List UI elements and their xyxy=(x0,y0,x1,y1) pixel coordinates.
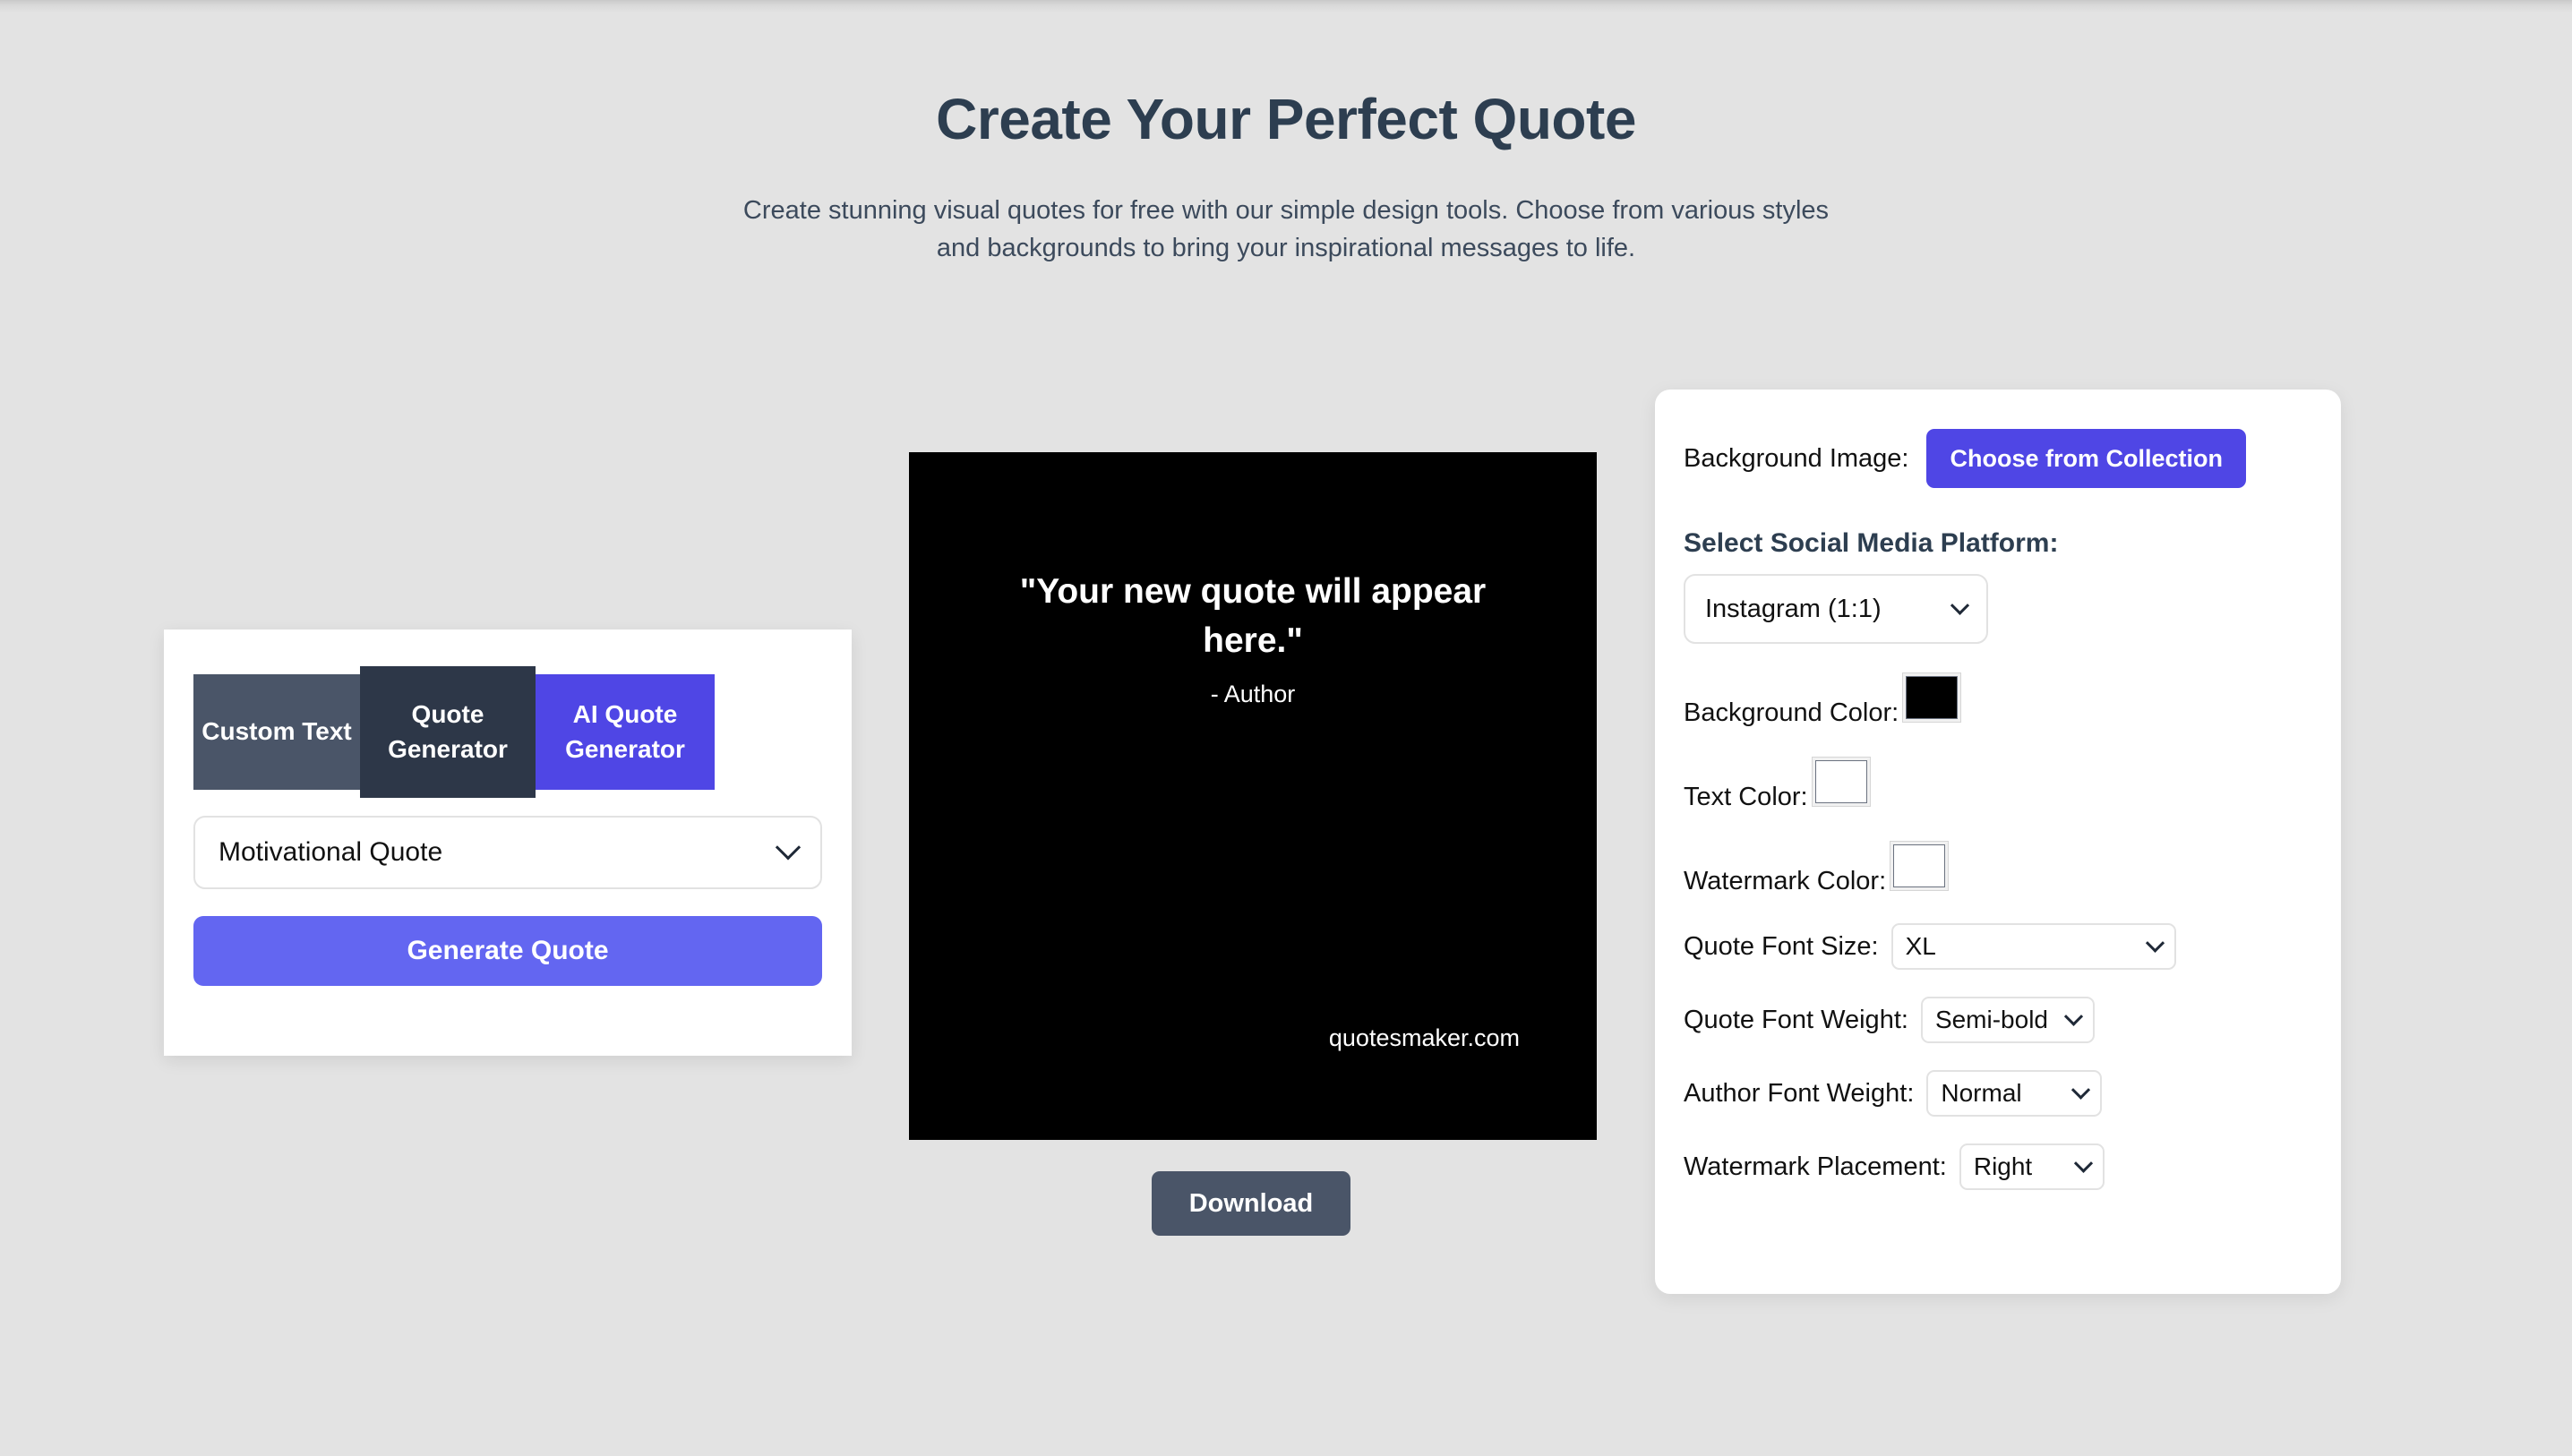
setting-quote-font-size: Quote Font Size: XL xyxy=(1684,923,2312,970)
page-subtitle: Create stunning visual quotes for free w… xyxy=(742,195,1830,262)
chevron-down-icon xyxy=(2145,933,2165,953)
text-color-swatch xyxy=(1814,760,1867,803)
quote-font-size-value: XL xyxy=(1905,932,1936,960)
chevron-down-icon xyxy=(775,835,802,861)
preview-author-text: - Author xyxy=(1210,681,1296,707)
quote-font-weight-label: Quote Font Weight: xyxy=(1684,1005,1908,1034)
platform-label: Select Social Media Platform: xyxy=(1684,528,2059,558)
quote-font-size-label: Quote Font Size: xyxy=(1684,931,1879,961)
text-color-picker[interactable] xyxy=(1811,757,1871,807)
background-color-swatch xyxy=(1906,676,1959,719)
background-image-label: Background Image: xyxy=(1684,443,1909,473)
quote-genre-value: Motivational Quote xyxy=(219,837,443,867)
watermark-placement-label: Watermark Placement: xyxy=(1684,1152,1947,1181)
tab-quote-generator[interactable]: Quote Generator xyxy=(360,666,536,798)
author-font-weight-value: Normal xyxy=(1941,1079,2022,1107)
setting-quote-font-weight: Quote Font Weight: Semi-bold xyxy=(1684,997,2312,1043)
setting-background-color: Background Color: xyxy=(1684,672,2312,728)
background-color-label: Background Color: xyxy=(1684,698,1899,727)
tab-custom-text[interactable]: Custom Text xyxy=(193,674,360,790)
watermark-placement-select[interactable]: Right xyxy=(1959,1143,2105,1190)
quote-font-weight-select[interactable]: Semi-bold xyxy=(1920,997,2095,1043)
quote-genre-select[interactable]: Motivational Quote xyxy=(193,816,822,889)
quote-font-size-select[interactable]: XL xyxy=(1890,923,2176,970)
platform-select-value: Instagram (1:1) xyxy=(1705,594,1882,623)
preview-watermark: quotesmaker.com xyxy=(1328,1024,1520,1051)
watermark-placement-value: Right xyxy=(1973,1152,2033,1180)
chevron-down-icon xyxy=(2073,1153,2093,1173)
tab-ai-quote-generator[interactable]: AI Quote Generator xyxy=(536,674,715,790)
text-color-label: Text Color: xyxy=(1684,783,1808,811)
generate-quote-button[interactable]: Generate Quote xyxy=(193,916,822,986)
background-color-picker[interactable] xyxy=(1902,672,1962,723)
preview-quote-text: "Your new quote will appear here." xyxy=(1019,572,1487,661)
page-title: Create Your Perfect Quote xyxy=(936,87,1636,151)
page-header: Create Your Perfect Quote Create stunnin… xyxy=(0,86,2572,267)
choose-from-collection-button[interactable]: Choose from Collection xyxy=(1926,429,2246,488)
setting-watermark-placement: Watermark Placement: Right xyxy=(1684,1143,2312,1190)
watermark-color-swatch xyxy=(1893,844,1946,887)
quote-generator-panel: Custom Text Quote Generator AI Quote Gen… xyxy=(164,630,852,1056)
author-font-weight-label: Author Font Weight: xyxy=(1684,1078,1915,1108)
generator-tab-row: Custom Text Quote Generator AI Quote Gen… xyxy=(193,666,715,798)
chevron-down-icon xyxy=(2071,1080,2091,1100)
quote-preview-wrapper: "Your new quote will appear here." - Aut… xyxy=(909,452,1597,1140)
watermark-color-picker[interactable] xyxy=(1890,841,1950,891)
settings-panel: Background Image: Choose from Collection… xyxy=(1655,390,2341,1294)
download-button[interactable]: Download xyxy=(1152,1171,1350,1236)
watermark-color-label: Watermark Color: xyxy=(1684,867,1887,895)
platform-select[interactable]: Instagram (1:1) xyxy=(1684,574,1988,644)
setting-text-color: Text Color: xyxy=(1684,757,2312,812)
setting-background-image: Background Image: Choose from Collection xyxy=(1684,429,2312,488)
quote-preview-canvas[interactable]: "Your new quote will appear here." - Aut… xyxy=(909,452,1597,1140)
setting-author-font-weight: Author Font Weight: Normal xyxy=(1684,1070,2312,1117)
author-font-weight-select[interactable]: Normal xyxy=(1926,1070,2103,1117)
chevron-down-icon xyxy=(1950,595,1970,615)
chevron-down-icon xyxy=(2063,1006,2084,1026)
quote-font-weight-value: Semi-bold xyxy=(1934,1006,2048,1033)
window-top-chrome xyxy=(0,0,2572,13)
setting-watermark-color: Watermark Color: xyxy=(1684,841,2312,896)
